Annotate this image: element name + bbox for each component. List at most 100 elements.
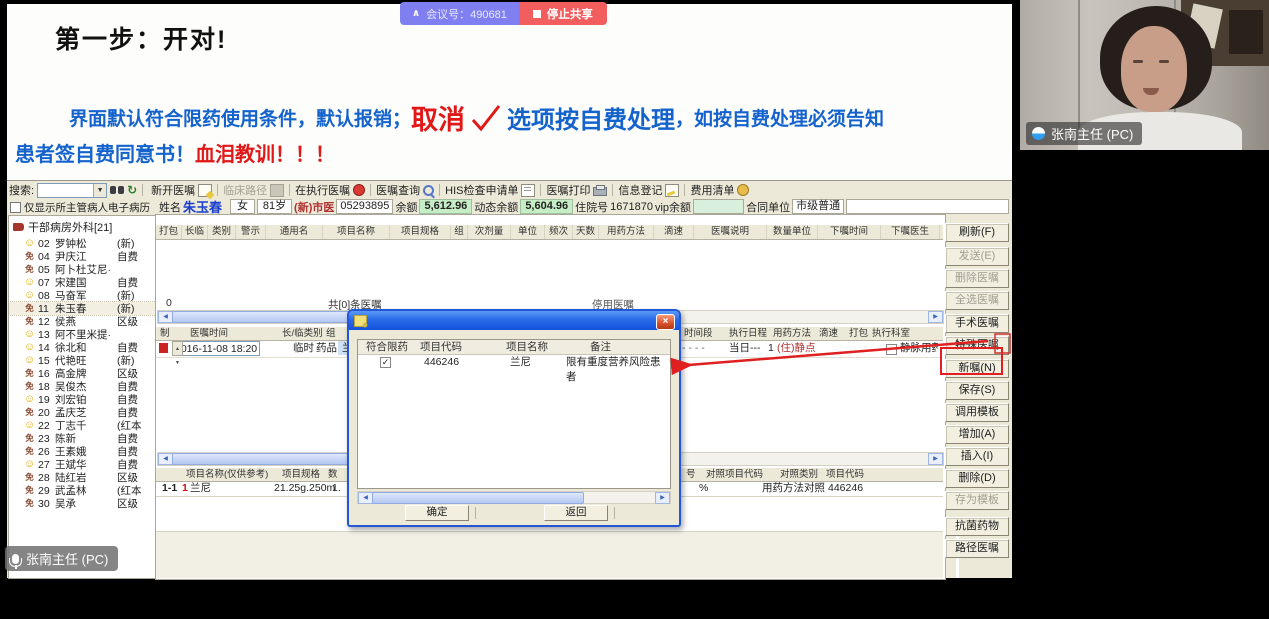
action-button-增加A[interactable]: 增加(A) xyxy=(945,425,1009,444)
webcam-video[interactable]: 张南主任 (PC) xyxy=(1020,0,1269,150)
patient-tag-icon: 免 xyxy=(23,434,36,443)
confirm-button[interactable]: 确定 xyxy=(405,505,469,521)
refresh-icon[interactable]: ↻ xyxy=(127,184,137,196)
annotation-text: 选项按自费处理 xyxy=(507,100,675,135)
patient-pay-type: 自费 xyxy=(117,249,138,264)
detail-name-cell: 兰尼 xyxy=(190,481,211,495)
tree-root-department[interactable]: 干部病房外科[21] xyxy=(9,216,156,237)
action-button-特殊医嘱[interactable]: 特殊医嘱 xyxy=(945,336,1009,355)
grid2-header-cell: 用药方法 xyxy=(773,327,811,341)
grid3-header-cell: 对照项目代码 xyxy=(706,468,763,482)
patient-no: 28 xyxy=(38,472,55,484)
patient-no: 07 xyxy=(38,277,55,289)
patient-pay-type: 区级 xyxy=(117,496,138,511)
patient-no: 11 xyxy=(38,303,55,315)
checkbox-icon[interactable] xyxy=(10,202,21,213)
shared-screen-slide: ∧ 会议号：490681 停止共享 第一步：开对! 界面默认符合限药使用条件，默… xyxy=(7,4,1012,577)
meeting-banner: ∧ 会议号：490681 停止共享 xyxy=(400,2,607,25)
toolbar-button-6[interactable]: 医嘱打印 xyxy=(543,183,610,198)
filter-checkbox-row[interactable]: 仅显示所主管病人电子病历 xyxy=(10,200,158,215)
camera-name-badge: 张南主任 (PC) xyxy=(1026,122,1142,145)
action-button-插入I[interactable]: 插入(I) xyxy=(945,447,1009,466)
patient-no: 26 xyxy=(38,446,55,458)
toolbar-separator xyxy=(289,184,290,196)
grid3-header-cell: 项目规格 xyxy=(282,468,320,482)
person-face xyxy=(1121,26,1187,112)
spinner-icon[interactable]: ▲▼ xyxy=(172,341,183,356)
patient-tag-icon: 免 xyxy=(23,369,36,378)
toolbar-button-3[interactable]: 在执行医嘱 xyxy=(292,183,368,198)
grid1-header-cell: 医嘱说明 xyxy=(694,225,767,239)
search-binoculars-icon[interactable] xyxy=(110,185,124,195)
action-button-调用模板[interactable]: 调用模板 xyxy=(945,403,1009,422)
toolbar-button-4[interactable]: 医嘱查询 xyxy=(373,183,437,198)
patient-tag-icon: 免 xyxy=(23,473,36,482)
order-type-cell: 临时 xyxy=(293,341,314,355)
scroll-left-icon[interactable]: ◀ xyxy=(158,453,173,465)
toolbar-button-label: 新开医嘱 xyxy=(151,182,195,198)
dialog-titlebar[interactable]: × xyxy=(349,311,679,330)
annotation-text: 界面默认符合限药使用条件，默认报销； xyxy=(69,104,411,131)
dashes-cell: - - - - xyxy=(682,341,705,355)
stop-share-button[interactable]: 停止共享 xyxy=(519,2,607,25)
grid2-header-cell: 执行科室 xyxy=(872,327,910,341)
toolbar-button-7[interactable]: 信息登记 xyxy=(615,183,682,198)
action-button-手术医嘱[interactable]: 手术医嘱 xyxy=(945,314,1009,333)
scroll-right-icon[interactable]: ▶ xyxy=(928,311,943,323)
detail-code-cell: 446246 xyxy=(828,481,863,495)
mic-icon xyxy=(12,554,19,564)
dialog-header-cell: 项目代码 xyxy=(420,340,462,354)
annotation-text: ，如按自费处理必须告知 xyxy=(675,104,884,131)
scroll-left-icon[interactable]: ◀ xyxy=(158,311,173,323)
action-button-新嘱N[interactable]: 新嘱(N) xyxy=(945,359,1009,378)
close-icon[interactable]: × xyxy=(656,314,675,330)
toolbar-button-label: 在执行医嘱 xyxy=(295,182,350,198)
patient-no: 12 xyxy=(38,316,55,328)
clinical-path-icon xyxy=(270,184,284,197)
dialog-table-header: 符合限药项目代码项目名称备注 xyxy=(358,340,670,355)
action-button-删除D[interactable]: 删除(D) xyxy=(945,469,1009,488)
smiley-icon: ☺ xyxy=(23,394,36,405)
toolbar-button-8[interactable]: 费用清单 xyxy=(687,183,752,198)
toolbar-button-1[interactable]: 新开医嘱 xyxy=(148,183,215,198)
toolbar-button-2[interactable]: 临床路径 xyxy=(220,183,287,198)
patient-no: 19 xyxy=(38,394,55,406)
screen-share-stage: ∧ 会议号：490681 停止共享 第一步：开对! 界面默认符合限药使用条件，默… xyxy=(0,0,1269,619)
toolbar-button-5[interactable]: HIS检查申请单 xyxy=(442,183,538,198)
action-button-发送E[interactable]: 发送(E) xyxy=(945,247,1009,266)
search-input[interactable]: ▼ xyxy=(37,183,107,198)
slide-title: 第一步：开对! xyxy=(55,20,227,56)
scroll-right-icon[interactable]: ▶ xyxy=(928,453,943,465)
dialog-table-row[interactable]: ✓ 446246 兰尼 限有重度营养风险患者 xyxy=(358,355,670,370)
meeting-id-pill[interactable]: ∧ 会议号：490681 xyxy=(400,2,519,25)
balance-value: 5,612.96 xyxy=(419,199,472,214)
scroll-right-icon[interactable]: ▶ xyxy=(655,492,670,504)
chevron-down-icon[interactable]: ▼ xyxy=(93,184,106,197)
grid1-header-cell: 数量单位 xyxy=(767,225,818,239)
action-button-路径医嘱[interactable]: 路径医嘱 xyxy=(945,539,1009,558)
dialog-scrollbar[interactable]: ◀ ▶ xyxy=(357,491,671,504)
item-name-cell: 兰尼 xyxy=(510,355,531,370)
action-button-刷新F[interactable]: 刷新(F) xyxy=(945,223,1009,242)
smiley-icon: ☺ xyxy=(23,355,36,366)
scroll-thumb[interactable] xyxy=(372,492,584,504)
action-button-抗菌药物[interactable]: 抗菌药物 xyxy=(945,517,1009,536)
patient-tree-item-30[interactable]: 免30吴承区级 xyxy=(9,497,156,510)
patient-age: 81岁 xyxy=(257,199,292,214)
action-button-全选医嘱[interactable]: 全选医嘱 xyxy=(945,291,1009,310)
scroll-left-icon[interactable]: ◀ xyxy=(358,492,373,504)
patient-no: 16 xyxy=(38,368,55,380)
back-button[interactable]: 返回 xyxy=(544,505,608,521)
smiley-icon: ☺ xyxy=(23,459,36,470)
annotation-cancel-text: 取消 xyxy=(411,98,465,137)
action-button-存为模板[interactable]: 存为模板 xyxy=(945,491,1009,510)
restricted-drug-dialog: × 说明，默认是符合限制用药规定，取消选择将按自费处理 符合限药项目代码项目名称… xyxy=(347,309,681,527)
patient-tag-icon: 免 xyxy=(23,408,36,417)
grid1-header-cell: 已 xyxy=(940,225,943,239)
action-button-保存S[interactable]: 保存(S) xyxy=(945,381,1009,400)
action-button-删除医嘱[interactable]: 删除医嘱 xyxy=(945,269,1009,288)
expense-icon xyxy=(737,184,749,196)
patient-tag-icon: 免 xyxy=(23,447,36,456)
detail-pct-cell: % xyxy=(699,481,708,495)
patient-no: 29 xyxy=(38,485,55,497)
